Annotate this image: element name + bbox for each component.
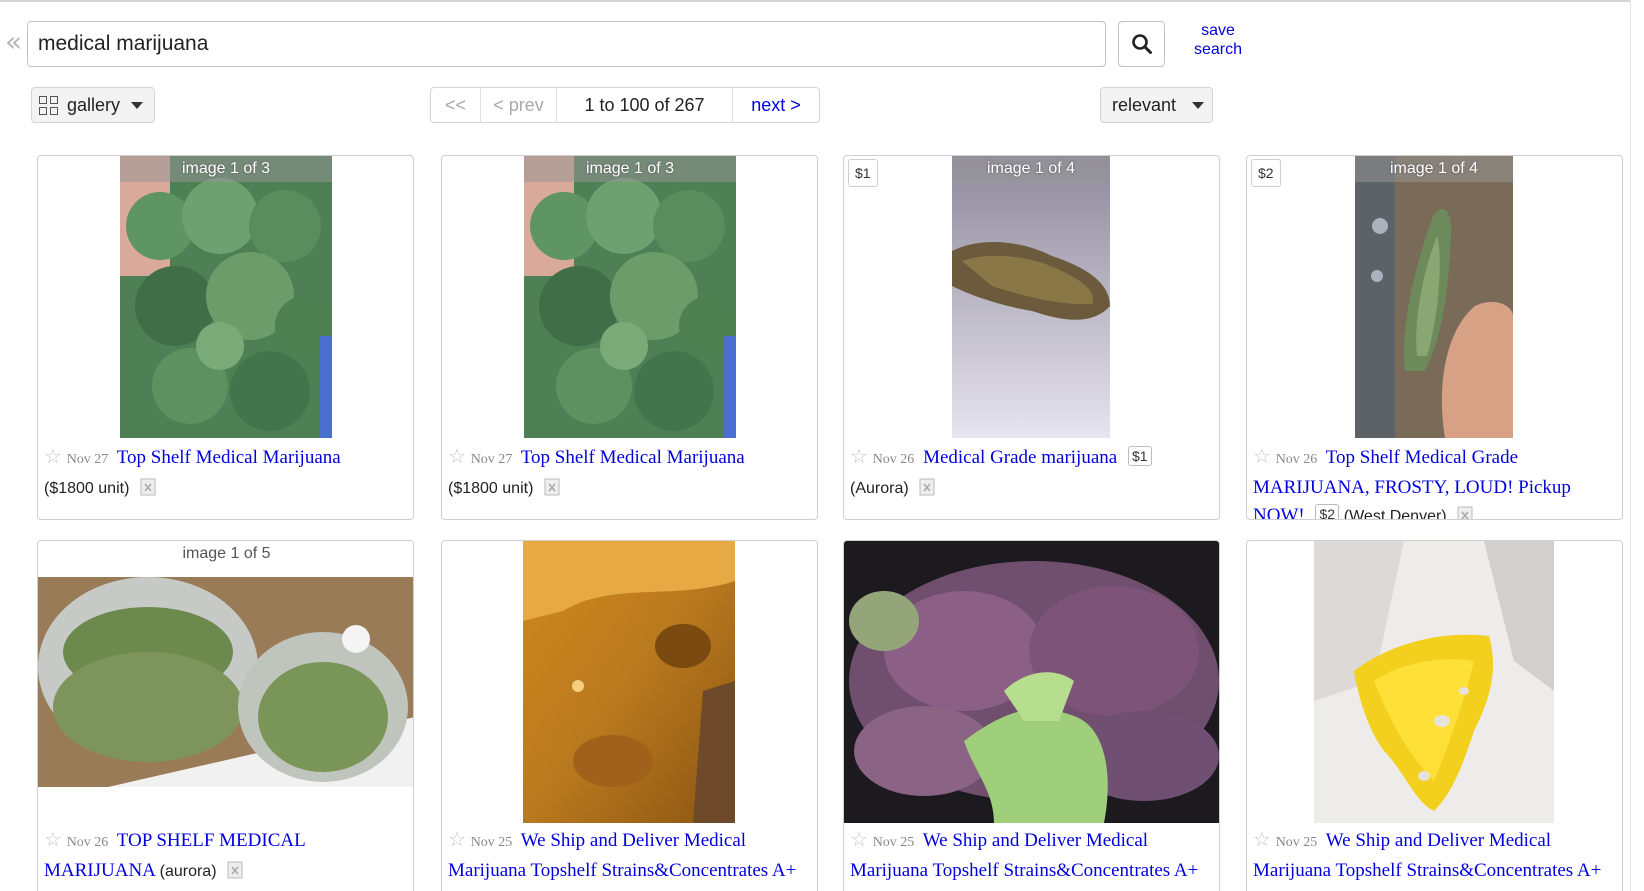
listing-meta: ($1800 unit)	[448, 480, 534, 497]
listing-photo	[952, 156, 1110, 438]
result-range: 1 to 100 of 267	[557, 88, 733, 122]
price-badge: $1	[848, 159, 878, 187]
listing-image[interactable]: image 1 of 5	[38, 541, 413, 789]
listing-card[interactable]: $2 image 1 of 4 ☆ Nov 26 Top Shelf Medic…	[1246, 155, 1623, 520]
save-search-link[interactable]: save search	[1183, 21, 1253, 59]
listing-info: ☆ Nov 25 We Ship and Deliver Medical Mar…	[850, 825, 1215, 885]
sort-dropdown[interactable]: relevant	[1100, 87, 1213, 123]
star-icon[interactable]: ☆	[850, 444, 868, 468]
star-icon[interactable]: ☆	[44, 444, 62, 468]
pagination: << < prev 1 to 100 of 267 next >	[430, 87, 820, 123]
image-caption: image 1 of 3	[120, 156, 332, 182]
listing-image[interactable]	[844, 541, 1219, 823]
listing-date: Nov 25	[470, 835, 513, 850]
listing-photo	[524, 156, 739, 438]
listing-meta: (West Denver)	[1343, 508, 1447, 520]
listing-card[interactable]: image 1 of 3 ☆ Nov 27 Top Shelf Medical …	[441, 155, 818, 520]
listing-meta: (aurora)	[159, 863, 217, 880]
listing-date: Nov 25	[1275, 835, 1318, 850]
listing-meta: (Aurora)	[850, 480, 909, 497]
listing-photo	[120, 156, 335, 438]
view-mode-dropdown[interactable]: gallery	[31, 87, 155, 123]
listing-card[interactable]: image 1 of 3 ☆ Nov 27 Top Shelf Medical …	[37, 155, 414, 520]
star-icon[interactable]: ☆	[1253, 444, 1271, 468]
listing-price: $2	[1315, 504, 1340, 519]
image-caption: image 1 of 5	[38, 541, 413, 577]
listing-info: ☆ Nov 25 We Ship and Deliver Medical Mar…	[1253, 825, 1618, 885]
listing-date: Nov 25	[872, 835, 915, 850]
listing-image[interactable]: image 1 of 3	[524, 156, 739, 438]
scrollbar-track[interactable]	[1630, 0, 1644, 891]
search-icon	[1132, 34, 1152, 54]
listing-image[interactable]	[1314, 541, 1554, 823]
listing-info: ☆ Nov 27 Top Shelf Medical Marijuana ($1…	[44, 442, 409, 503]
image-caption: image 1 of 4	[1355, 156, 1513, 182]
star-icon[interactable]: ☆	[44, 827, 62, 851]
listing-image[interactable]	[523, 541, 735, 823]
star-icon[interactable]: ☆	[1253, 827, 1271, 851]
search-button[interactable]	[1118, 21, 1165, 67]
listing-card[interactable]: ☆ Nov 25 We Ship and Deliver Medical Mar…	[441, 540, 818, 891]
prev-page-button[interactable]: < prev	[481, 88, 557, 122]
listing-date: Nov 26	[1275, 452, 1318, 467]
listing-photo	[523, 541, 735, 823]
listing-card[interactable]: ☆ Nov 25 We Ship and Deliver Medical Mar…	[843, 540, 1220, 891]
star-icon[interactable]: ☆	[850, 827, 868, 851]
listing-title[interactable]: Medical Grade marijuana	[923, 447, 1117, 468]
listing-info: ☆ Nov 25 We Ship and Deliver Medical Mar…	[448, 825, 813, 885]
listing-date: Nov 26	[66, 835, 109, 850]
chevron-down-icon	[131, 102, 143, 109]
next-page-button[interactable]: next >	[733, 88, 819, 122]
listing-image[interactable]: image 1 of 3	[120, 156, 335, 438]
listing-date: Nov 26	[872, 452, 915, 467]
listing-image[interactable]: image 1 of 4	[1355, 156, 1513, 438]
save-search-line2: search	[1193, 41, 1243, 58]
listing-info: ☆ Nov 26 TOP SHELF MEDICAL MARIJUANA (au…	[44, 825, 409, 886]
listing-info: ☆ Nov 26 Medical Grade marijuana $1 (Aur…	[850, 442, 1215, 503]
first-page-button[interactable]: <<	[431, 88, 481, 122]
listing-card[interactable]: $1 image 1 of 4 ☆ Nov 26 Medical Grade m…	[843, 155, 1220, 520]
star-icon[interactable]: ☆	[448, 827, 466, 851]
collapse-sidebar-icon[interactable]: «	[5, 28, 22, 56]
listing-image[interactable]: image 1 of 4	[952, 156, 1110, 438]
view-mode-label: gallery	[67, 95, 121, 115]
hide-posting-icon[interactable]	[544, 478, 560, 496]
listing-photo	[1314, 541, 1554, 823]
listing-title[interactable]: Top Shelf Medical Marijuana	[117, 447, 341, 468]
listing-meta: ($1800 unit)	[44, 480, 130, 497]
save-search-line1: save	[1201, 22, 1235, 39]
search-box[interactable]	[27, 21, 1106, 67]
search-input[interactable]	[38, 30, 1093, 58]
image-caption: image 1 of 4	[952, 156, 1110, 182]
listing-info: ☆ Nov 27 Top Shelf Medical Marijuana ($1…	[448, 442, 813, 503]
image-caption: image 1 of 3	[524, 156, 736, 182]
listing-date: Nov 27	[470, 452, 513, 467]
hide-posting-icon[interactable]	[1457, 506, 1473, 520]
grid-icon	[39, 96, 59, 116]
listing-photo	[1355, 156, 1513, 438]
listing-info: ☆ Nov 26 Top Shelf Medical Grade MARIJUA…	[1253, 442, 1618, 520]
price-badge: $2	[1251, 159, 1281, 187]
listing-card[interactable]: ☆ Nov 25 We Ship and Deliver Medical Mar…	[1246, 540, 1623, 891]
sort-label: relevant	[1112, 95, 1177, 115]
hide-posting-icon[interactable]	[227, 861, 243, 879]
listing-price: $1	[1127, 446, 1152, 466]
listing-title[interactable]: Top Shelf Medical Marijuana	[521, 447, 745, 468]
hide-posting-icon[interactable]	[919, 478, 935, 496]
chevron-down-icon	[1192, 102, 1204, 109]
listing-photo	[844, 541, 1219, 823]
top-border	[0, 0, 1644, 2]
listing-date: Nov 27	[66, 452, 109, 467]
listing-card[interactable]: image 1 of 5 ☆ Nov 26 TOP SHELF MEDICAL …	[37, 540, 414, 891]
hide-posting-icon[interactable]	[140, 478, 156, 496]
listing-photo	[38, 577, 413, 787]
star-icon[interactable]: ☆	[448, 444, 466, 468]
